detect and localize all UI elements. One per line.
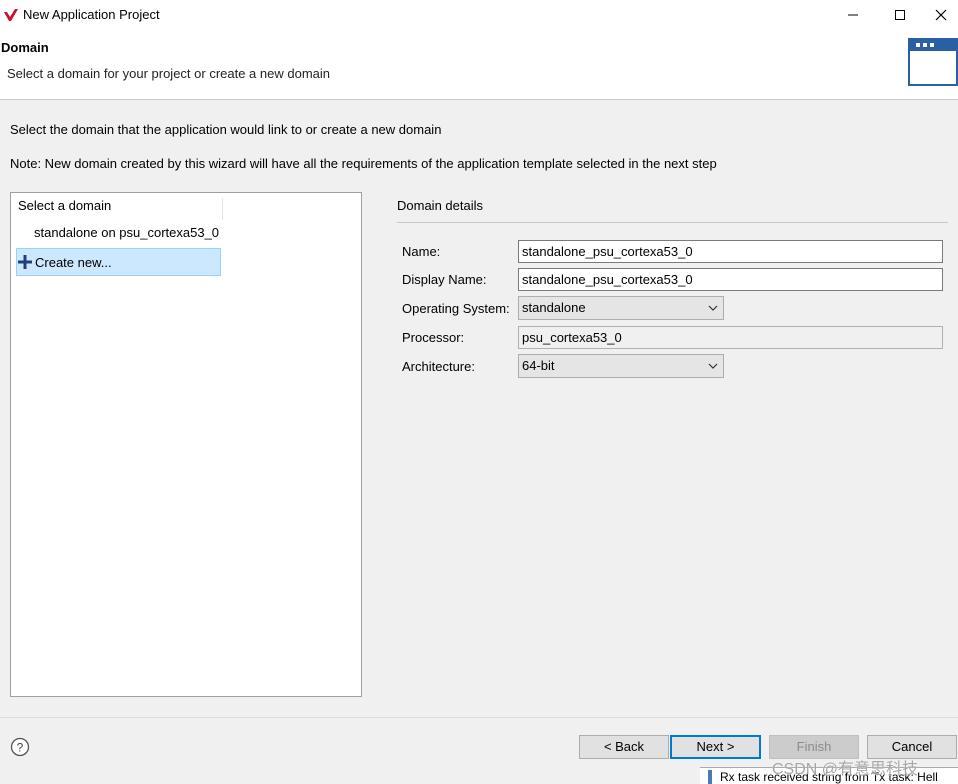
- domain-list-header[interactable]: Select a domain: [18, 198, 223, 220]
- architecture-value: 64-bit: [522, 358, 555, 373]
- vitis-logo-icon: [4, 9, 18, 21]
- window-banner-icon: [908, 38, 958, 86]
- domain-list-item[interactable]: standalone on psu_cortexa53_0: [34, 225, 219, 240]
- window-title: New Application Project: [23, 7, 160, 22]
- display-name-field[interactable]: [518, 268, 943, 291]
- console-marker: [708, 770, 712, 784]
- bottom-separator: [0, 717, 958, 718]
- chevron-down-icon: [708, 305, 718, 311]
- details-separator: [397, 222, 948, 223]
- page-title: Domain: [1, 40, 49, 55]
- maximize-button[interactable]: [877, 0, 923, 30]
- page-subtitle: Select a domain for your project or crea…: [7, 66, 331, 81]
- wizard-header: Domain Select a domain for your project …: [0, 30, 958, 100]
- domain-list[interactable]: Select a domain standalone on psu_cortex…: [10, 192, 362, 697]
- create-new-domain-item[interactable]: Create new...: [16, 248, 221, 276]
- close-button[interactable]: [923, 0, 958, 30]
- domain-details-title: Domain details: [397, 198, 483, 213]
- next-button[interactable]: Next >: [670, 735, 761, 759]
- svg-text:?: ?: [17, 741, 24, 755]
- display-name-label: Display Name:: [402, 272, 487, 287]
- operating-system-value: standalone: [522, 300, 586, 315]
- plus-icon: [18, 255, 32, 269]
- minimize-button[interactable]: [830, 0, 876, 30]
- intro-text: Select the domain that the application w…: [10, 122, 442, 137]
- title-bar: New Application Project: [0, 0, 958, 30]
- note-text: Note: New domain created by this wizard …: [10, 156, 717, 171]
- name-label: Name:: [402, 244, 441, 259]
- back-button[interactable]: < Back: [579, 735, 669, 759]
- processor-label: Processor:: [402, 330, 465, 345]
- operating-system-select[interactable]: standalone: [518, 296, 724, 320]
- help-icon[interactable]: ?: [10, 737, 30, 757]
- create-new-label: Create new...: [35, 255, 112, 270]
- chevron-down-icon: [708, 363, 718, 369]
- operating-system-label: Operating System:: [402, 301, 510, 316]
- watermark: CSDN @有意思科技: [772, 761, 919, 778]
- name-field[interactable]: [518, 240, 943, 263]
- close-icon: [935, 9, 946, 21]
- architecture-select[interactable]: 64-bit: [518, 354, 724, 378]
- architecture-label: Architecture:: [402, 359, 475, 374]
- minimize-icon: [848, 14, 858, 16]
- maximize-icon: [895, 10, 905, 20]
- processor-field: [518, 326, 943, 349]
